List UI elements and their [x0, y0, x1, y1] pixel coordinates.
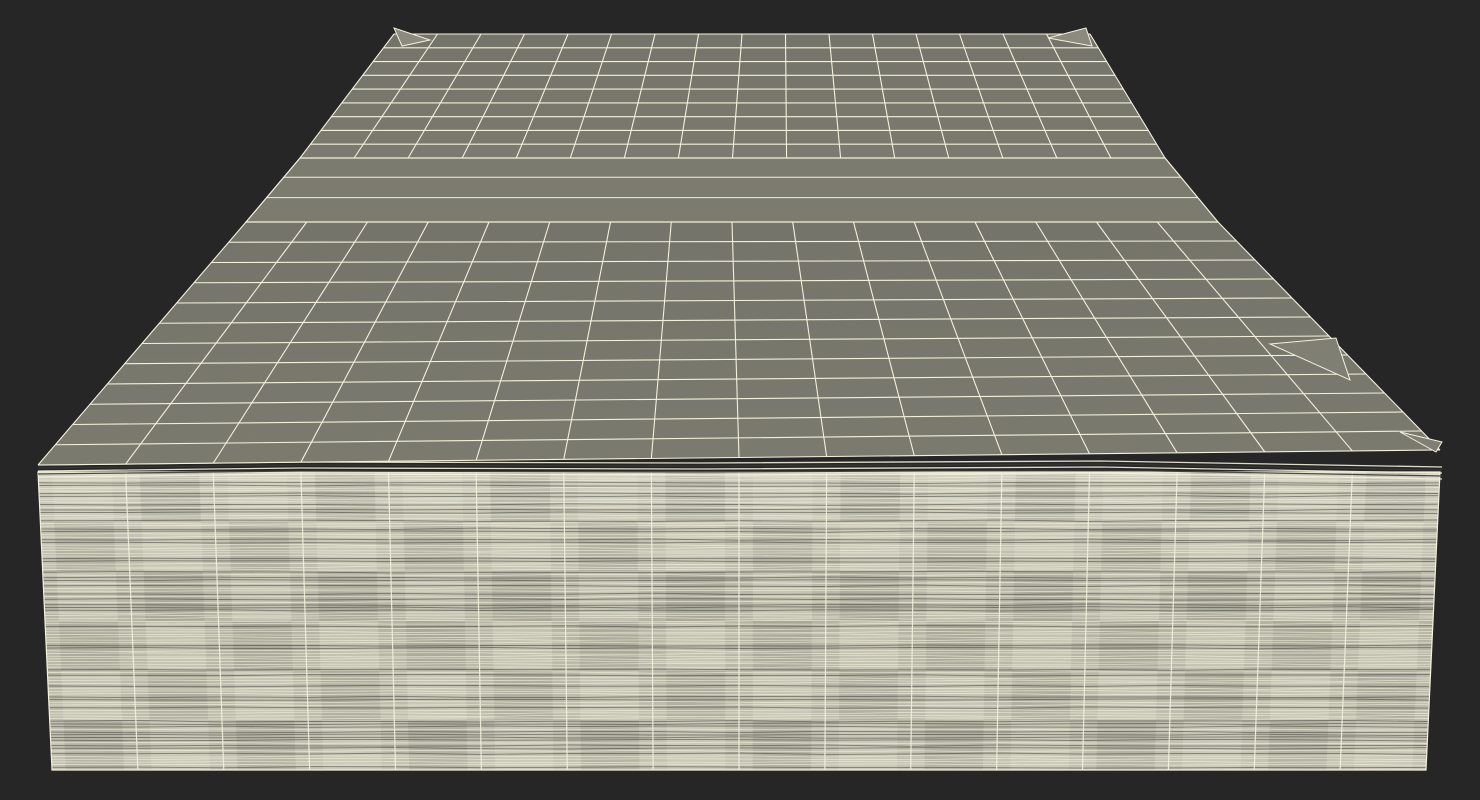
side-texture-patch — [1186, 571, 1248, 621]
side-texture-patch — [404, 571, 465, 621]
viewport — [0, 0, 1480, 800]
paper-band — [244, 157, 1220, 223]
side-texture-patch — [1015, 472, 1076, 522]
side-texture-patch — [52, 472, 114, 522]
band-fill — [244, 157, 1220, 223]
side-texture-patch — [1364, 472, 1426, 522]
side-texture-patch — [1099, 571, 1161, 621]
side-texture-patch — [1102, 472, 1164, 522]
side-texture-patch — [63, 720, 125, 770]
stack-side-face — [37, 471, 1441, 771]
side-texture-patch — [1096, 720, 1156, 770]
top-far-grid-fill — [300, 34, 1165, 158]
side-texture-patch — [227, 472, 289, 522]
side-texture-patch — [408, 720, 468, 770]
money-stack-wireframe-render — [0, 0, 1480, 800]
side-texture-patch — [1182, 720, 1243, 770]
top-near-grid-fill — [38, 222, 1440, 465]
side-texture-patch — [491, 571, 552, 621]
side-texture-patch — [322, 720, 382, 770]
